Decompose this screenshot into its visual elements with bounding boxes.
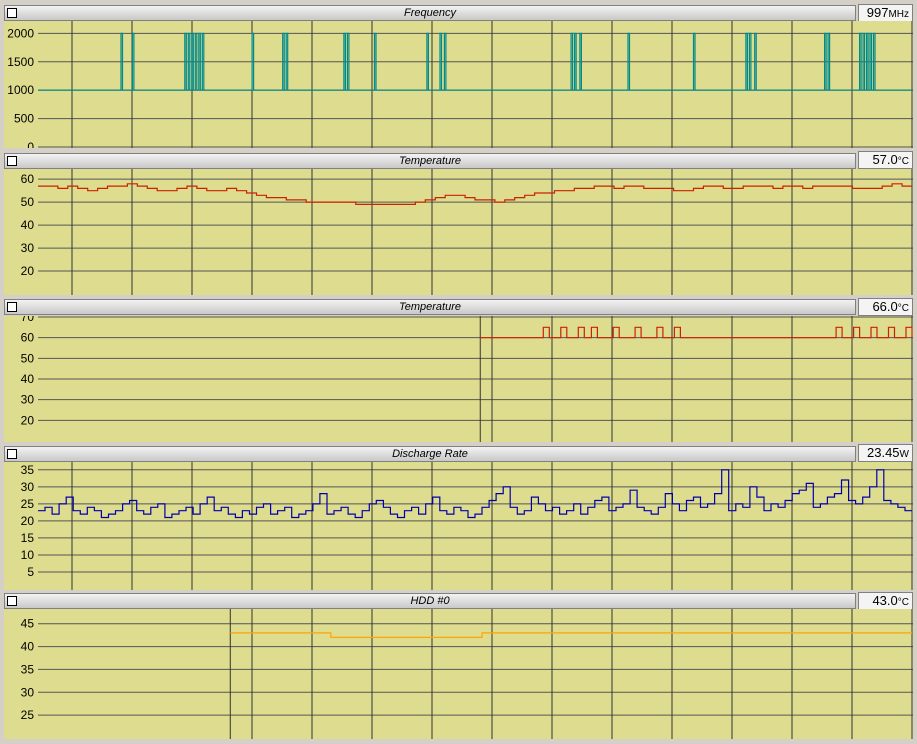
panel-title: Frequency [404, 7, 456, 19]
y-tick-label: 40 [21, 218, 35, 232]
y-tick-label: 20 [21, 514, 35, 528]
y-tick-label: 35 [21, 463, 35, 477]
y-tick-label: 50 [21, 195, 35, 209]
value-unit: W [899, 449, 909, 460]
temperature-graph-1: 60 50 40 30 20 [4, 169, 913, 295]
y-tick-label: 1500 [7, 55, 34, 69]
y-tick-label: 20 [21, 413, 35, 427]
value-number: 57.0 [872, 152, 898, 167]
y-tick-label: 35 [21, 662, 35, 676]
temperature-panel-1: Temperature 57.0°C 60 50 40 30 20 [0, 150, 917, 296]
y-tick-label: 30 [21, 480, 35, 494]
value-unit: °C [897, 156, 909, 167]
value-number: 23.45 [867, 445, 900, 460]
current-value-readout: 57.0°C [858, 151, 913, 169]
y-tick-label: 30 [21, 685, 35, 699]
value-number: 43.0 [872, 593, 898, 608]
graph-background [4, 609, 913, 739]
frequency-panel: Frequency 997MHz 2000 1500 1000 500 0 [0, 0, 917, 150]
y-tick-label: 15 [21, 531, 35, 545]
hdd-temperature-graph: 45 40 35 30 25 [4, 609, 913, 739]
panel-header: HDD #0 [4, 593, 856, 609]
temperature-graph-2: 70 60 50 40 30 20 [4, 316, 913, 442]
panel-header: Temperature [4, 299, 856, 315]
y-tick-label: 30 [21, 241, 35, 255]
panel-header: Temperature [4, 153, 856, 169]
discharge-rate-graph: 35 30 25 20 15 10 5 [4, 462, 913, 590]
y-tick-label: 5 [27, 565, 34, 579]
y-tick-label: 60 [21, 172, 35, 186]
panel-title: HDD #0 [410, 595, 450, 607]
panel-title: Temperature [399, 301, 461, 313]
temperature-panel-2: Temperature 66.0°C 70 60 50 40 30 20 [0, 296, 917, 443]
panel-header: Frequency [4, 5, 856, 21]
y-tick-label: 50 [21, 351, 35, 365]
graph-background [4, 462, 913, 590]
y-tick-label: 40 [21, 640, 35, 654]
y-tick-label: 30 [21, 393, 35, 407]
value-number: 66.0 [872, 299, 898, 314]
y-tick-label: 60 [21, 331, 35, 345]
value-unit: °C [897, 597, 909, 608]
value-unit: MHz [888, 9, 909, 20]
y-tick-label: 2000 [7, 26, 34, 40]
y-tick-label: 1000 [7, 83, 34, 97]
y-tick-label: 25 [21, 708, 35, 722]
current-value-readout: 23.45W [858, 444, 913, 462]
graph-background [4, 21, 913, 148]
discharge-rate-panel: Discharge Rate 23.45W 35 30 25 20 15 10 5 [0, 443, 917, 591]
hdd-panel: HDD #0 43.0°C 45 40 35 30 25 [0, 591, 917, 744]
value-unit: °C [897, 303, 909, 314]
y-tick-label: 45 [21, 617, 35, 631]
y-tick-label: 70 [21, 316, 35, 324]
y-tick-label: 20 [21, 264, 35, 278]
y-tick-label: 500 [14, 112, 34, 126]
current-value-readout: 43.0°C [858, 592, 913, 610]
y-tick-label: 40 [21, 372, 35, 386]
current-value-readout: 997MHz [858, 4, 913, 22]
y-tick-label: 10 [21, 548, 35, 562]
y-tick-label: 0 [27, 140, 34, 148]
panel-title: Discharge Rate [392, 448, 468, 460]
y-tick-label: 25 [21, 497, 35, 511]
value-number: 997 [866, 5, 889, 20]
panel-header: Discharge Rate [4, 446, 856, 462]
current-value-readout: 66.0°C [858, 298, 913, 316]
panel-title: Temperature [399, 155, 461, 167]
frequency-graph: 2000 1500 1000 500 0 [4, 21, 913, 148]
